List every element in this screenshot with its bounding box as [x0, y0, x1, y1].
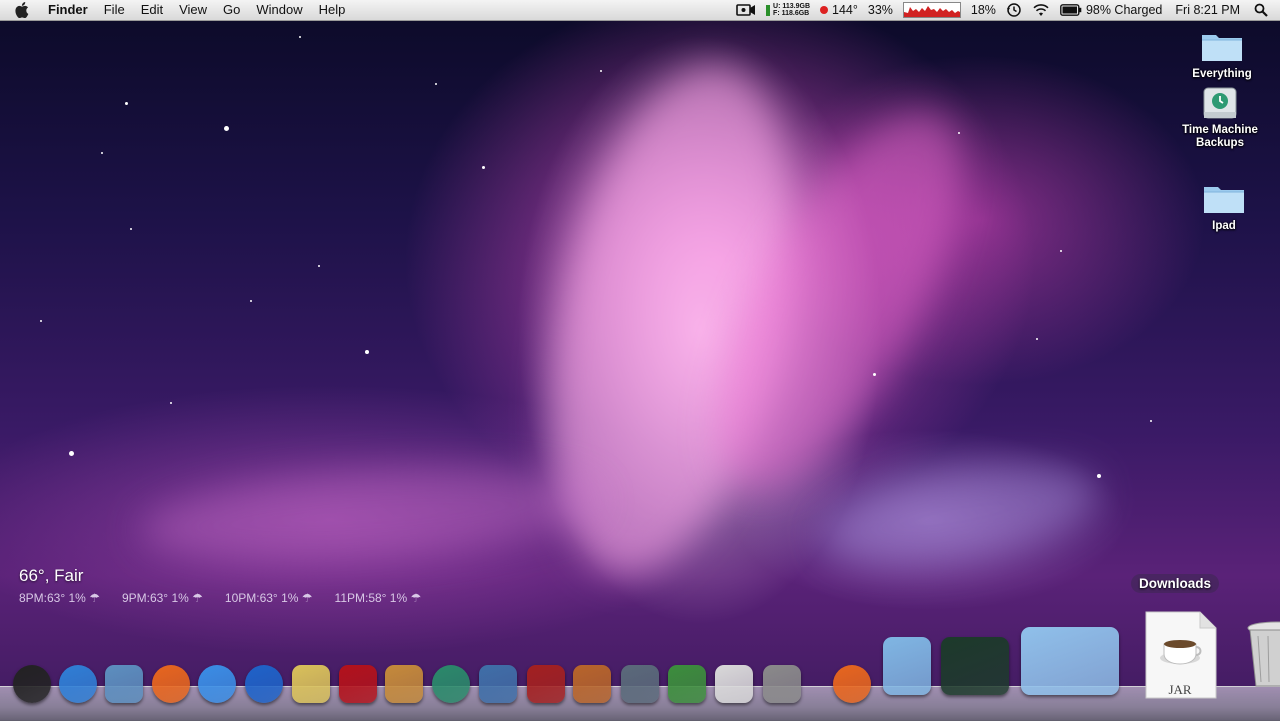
temperature-meter[interactable]: 144° [815, 3, 863, 17]
dock-item-firefox[interactable] [151, 664, 191, 704]
dock-item-keynote[interactable] [572, 664, 612, 704]
downloads-file-type: JAR [1168, 682, 1192, 697]
weather-forecast: 8PM:63° 1% ☂ 9PM:63° 1% ☂ 10PM:63° 1% ☂ … [19, 591, 421, 605]
trash-icon[interactable] [1246, 620, 1280, 690]
desktop-icon-label: Time Machine Backups [1182, 124, 1258, 149]
textedit-icon [715, 665, 753, 703]
apple-menu-icon[interactable] [14, 2, 30, 18]
system-preferences-icon [763, 665, 801, 703]
forecast-item: 9PM:63° 1% ☂ [121, 591, 203, 605]
disk-activity-meter[interactable]: U: 113.9GB F: 118.6GB [761, 3, 815, 17]
dictionary-icon [527, 665, 565, 703]
menu-file[interactable]: File [96, 0, 133, 20]
screen-sharing-icon [479, 665, 517, 703]
desktop-icon-ipad[interactable]: Ipad [1179, 182, 1269, 233]
memory-label: 18% [970, 3, 996, 17]
ichat-icon [198, 665, 236, 703]
disk-used-label: U: 113.9GB [773, 3, 811, 10]
dock-item-photo-booth[interactable] [338, 664, 378, 704]
wifi-icon[interactable] [1027, 3, 1055, 17]
app-menu-finder[interactable]: Finder [40, 0, 96, 20]
weather-current: 66°, Fair [19, 566, 84, 585]
time-machine-drive-icon [1198, 86, 1242, 120]
documents-folder-icon [1021, 627, 1119, 695]
menu-window[interactable]: Window [248, 0, 310, 20]
downloads-stack[interactable]: JAR [1142, 610, 1218, 700]
menu-clock[interactable]: Fri 8:21 PM [1167, 3, 1250, 17]
numbers-icon [668, 665, 706, 703]
menu-extras: U: 113.9GB F: 118.6GB 144° 33% 18% 98% C [731, 0, 1280, 20]
dock-item-preview[interactable] [104, 664, 144, 704]
pages-icon [621, 665, 659, 703]
screen-recording-icon[interactable] [731, 3, 761, 17]
cpu-meter[interactable]: 33% [863, 3, 898, 17]
battery-meter[interactable]: 98% Charged [1055, 3, 1167, 17]
dock-item-numbers[interactable] [667, 664, 707, 704]
itunes-icon [245, 665, 283, 703]
disk-free-label: F: 118.6GB [773, 10, 810, 17]
menu-view[interactable]: View [171, 0, 215, 20]
time-machine-menu-icon[interactable] [1001, 2, 1027, 18]
preview-icon [105, 665, 143, 703]
battery-label: 98% Charged [1085, 3, 1163, 17]
dock-item-activity-monitor[interactable] [940, 636, 1010, 696]
menu-edit[interactable]: Edit [133, 0, 171, 20]
dock-item-system-preferences[interactable] [762, 664, 802, 704]
firefox-icon [833, 665, 871, 703]
time-machine-icon [432, 665, 470, 703]
folder-icon [1202, 182, 1246, 216]
forecast-item: 8PM:63° 1% ☂ [19, 591, 100, 605]
forecast-item: 11PM:58° 1% ☂ [334, 591, 422, 605]
folder-icon [1200, 30, 1244, 64]
dock-item-dictionary[interactable] [526, 664, 566, 704]
umbrella-icon: ☂ [410, 591, 422, 605]
dock-item-screen-sharing[interactable] [478, 664, 518, 704]
temperature-indicator-icon [820, 6, 829, 14]
menu-help[interactable]: Help [311, 0, 354, 20]
desktop-icon-time-machine-backups[interactable]: Time Machine Backups [1175, 86, 1265, 150]
dock-item-applications-folder[interactable] [882, 636, 932, 696]
umbrella-icon: ☂ [89, 591, 100, 605]
desktop-icon-everything[interactable]: Everything [1177, 30, 1267, 81]
dock-hover-label: Downloads [1131, 574, 1220, 593]
dock-item-time-machine[interactable] [431, 664, 471, 704]
applications-folder-icon [883, 637, 931, 695]
forecast-item: 10PM:63° 1% ☂ [224, 591, 313, 605]
safari-icon [59, 665, 97, 703]
menu-bar: Finder File Edit View Go Window Help U: … [0, 0, 1280, 21]
desktop-wallpaper [0, 0, 1280, 720]
temperature-label: 144° [832, 3, 858, 17]
dock-item-documents-folder[interactable] [1020, 626, 1120, 696]
dock-item-pages[interactable] [620, 664, 660, 704]
dock-item-itunes[interactable] [244, 664, 284, 704]
dock-item-imovie[interactable] [291, 664, 331, 704]
memory-meter[interactable]: 18% [966, 3, 1001, 17]
firefox-icon [152, 665, 190, 703]
keynote-icon [573, 665, 611, 703]
battery-icon [1060, 4, 1082, 16]
spotlight-search-icon[interactable] [1250, 3, 1280, 17]
umbrella-icon: ☂ [192, 591, 203, 605]
weather-widget[interactable]: 66°, Fair 8PM:63° 1% ☂ 9PM:63° 1% ☂ 10PM… [19, 566, 421, 605]
photo-booth-icon [339, 665, 377, 703]
menu-go[interactable]: Go [215, 0, 248, 20]
imovie-icon [292, 665, 330, 703]
iphoto-icon [385, 665, 423, 703]
dock-item-iphoto[interactable] [384, 664, 424, 704]
dock-item-textedit[interactable] [714, 664, 754, 704]
dock-item-dashboard[interactable] [12, 664, 52, 704]
cpu-history-graph[interactable] [898, 2, 966, 18]
dock-item-safari[interactable] [58, 664, 98, 704]
activity-monitor-icon [941, 637, 1009, 695]
umbrella-icon: ☂ [301, 591, 313, 605]
desktop-icon-label: Ipad [1212, 220, 1236, 232]
dashboard-icon [13, 665, 51, 703]
dock-item-firefox[interactable] [832, 664, 872, 704]
desktop-icon-label: Everything [1192, 68, 1252, 80]
cpu-label: 33% [867, 3, 893, 17]
dock-item-ichat[interactable] [197, 664, 237, 704]
